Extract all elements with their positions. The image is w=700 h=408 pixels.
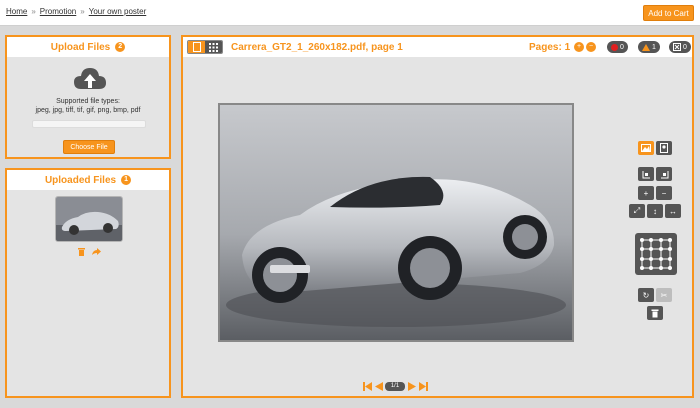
crop-tool-icon: ✂ — [660, 290, 668, 300]
grid-view-button[interactable] — [205, 41, 222, 53]
error-count: 0 — [620, 43, 624, 51]
poster-image — [220, 105, 572, 340]
fit-height-button[interactable]: ↕ — [647, 204, 663, 218]
align-right-button[interactable] — [656, 167, 672, 181]
error-icon — [611, 43, 618, 51]
minus-icon: − — [661, 188, 667, 198]
landscape-button[interactable] — [638, 141, 654, 155]
choose-file-button[interactable]: Choose File — [63, 140, 115, 154]
breadcrumb-promotion[interactable]: Promotion — [40, 7, 76, 16]
zoom-out-button[interactable]: − — [656, 186, 672, 200]
breadcrumb-home[interactable]: Home — [6, 7, 27, 16]
plus-icon: + — [643, 188, 649, 198]
top-bar: Home » Promotion » Your own poster Add to Ca… — [0, 0, 700, 26]
landscape-icon — [641, 144, 651, 152]
rotate-button[interactable]: ↻ — [638, 288, 654, 302]
upload-files-header: Upload Files 2 — [7, 37, 169, 57]
plus-icon[interactable]: + — [574, 42, 584, 52]
delete-icon — [651, 309, 659, 317]
grid-view-icon — [209, 42, 218, 52]
align-left-icon — [642, 170, 650, 178]
page-navigation: 1/1 — [181, 378, 694, 394]
warning-count: 1 — [652, 43, 656, 51]
portrait-button[interactable] — [656, 141, 672, 155]
delete-button[interactable] — [647, 306, 663, 320]
fit-height-icon: ↕ — [653, 206, 657, 216]
breadcrumb-current[interactable]: Your own poster — [89, 7, 147, 16]
thumbnail-actions — [77, 247, 101, 256]
upload-progress-bar — [32, 120, 146, 128]
page-counter: 1/1 — [385, 382, 405, 391]
share-icon[interactable] — [91, 247, 101, 256]
position-grid-icon — [640, 238, 672, 270]
fit-width-icon: ↔ — [669, 206, 677, 216]
uploaded-files-header: Uploaded Files 1 — [7, 170, 169, 190]
file-title: Carrera_GT2_1_260x182.pdf, page 1 — [231, 42, 403, 53]
breadcrumb-separator: » — [31, 7, 36, 16]
fit-width-button[interactable]: ↔ — [665, 204, 681, 218]
x-count-chip[interactable]: 0 — [669, 41, 691, 53]
supported-types-list: jpeg, jpg, tiff, tif, gif, png, bmp, pdf — [35, 107, 141, 114]
align-left-button[interactable] — [638, 167, 654, 181]
breadcrumb: Home » Promotion » Your own poster — [6, 7, 146, 16]
fit-icon: ⤢ — [633, 206, 641, 215]
view-mode-toggle — [187, 40, 223, 54]
last-page-icon[interactable] — [419, 382, 428, 391]
add-to-cart-button[interactable]: Add to Cart — [643, 5, 694, 21]
breadcrumb-separator: » — [80, 7, 85, 16]
portrait-icon — [660, 143, 668, 153]
supported-types-title: Supported file types: — [56, 98, 120, 105]
align-right-icon — [660, 170, 668, 178]
pages-count: Pages: 1 — [529, 42, 571, 53]
uploaded-files-panel: Uploaded Files 1 — [5, 168, 171, 260]
single-page-icon — [192, 42, 201, 52]
crop-icon — [673, 43, 681, 51]
crop-button[interactable]: ✂ — [656, 288, 672, 302]
minus-icon[interactable]: − — [586, 42, 596, 52]
fit-button[interactable]: ⤢ — [629, 204, 645, 218]
position-grid[interactable] — [635, 233, 677, 275]
first-page-icon[interactable] — [363, 382, 372, 391]
error-count-chip[interactable]: 0 — [607, 41, 628, 53]
x-count: 0 — [683, 43, 687, 51]
rotate-icon: ↻ — [642, 290, 650, 300]
uploaded-files-badge: 1 — [121, 175, 132, 185]
viewer-header: Carrera_GT2_1_260x182.pdf, page 1 Pages:… — [183, 37, 692, 57]
poster-page-preview[interactable] — [218, 103, 574, 342]
uploaded-file-thumbnail[interactable] — [55, 196, 123, 242]
poster-viewer-panel: Carrera_GT2_1_260x182.pdf, page 1 Pages:… — [181, 35, 694, 398]
upload-files-panel: Upload Files 2 Supported file types: jpe… — [5, 35, 171, 159]
warning-icon — [642, 43, 650, 51]
single-page-view-button[interactable] — [188, 41, 205, 53]
next-page-icon[interactable] — [408, 382, 416, 391]
uploaded-files-title: Uploaded Files — [44, 174, 117, 186]
warning-count-chip[interactable]: 1 — [638, 41, 660, 53]
upload-files-badge: 2 — [115, 42, 126, 52]
upload-files-title: Upload Files — [50, 41, 111, 53]
zoom-in-button[interactable]: + — [638, 186, 654, 200]
prev-page-icon[interactable] — [375, 382, 383, 391]
cloud-upload-icon[interactable] — [73, 65, 107, 95]
trash-icon[interactable] — [77, 247, 86, 256]
uploaded-files-panel-body — [5, 258, 171, 398]
